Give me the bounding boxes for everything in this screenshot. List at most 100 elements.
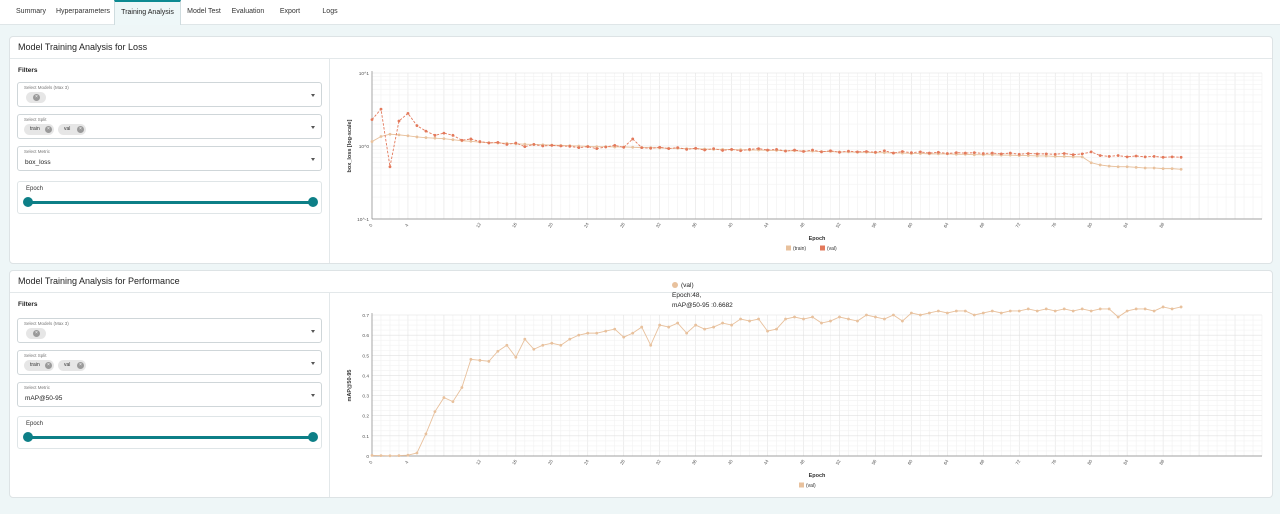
chip-remove-icon[interactable]: ×: [77, 362, 84, 369]
chevron-down-icon[interactable]: [311, 126, 315, 129]
epoch-slider-track[interactable]: [28, 436, 311, 439]
tab-export[interactable]: Export: [276, 0, 304, 25]
data-point-train: [1062, 155, 1066, 158]
tab-evaluation[interactable]: Evaluation: [228, 0, 268, 25]
epoch-slider-min-handle[interactable]: [23, 432, 33, 442]
x-tick-label: 80: [1086, 458, 1093, 465]
data-point-val: [1026, 307, 1030, 311]
epoch-slider-track[interactable]: [28, 201, 311, 204]
x-axis-label: Epoch: [809, 236, 826, 242]
x-tick-label: 12: [475, 458, 482, 465]
data-point-val: [954, 309, 958, 313]
data-point-val: [990, 151, 994, 155]
data-point-val: [892, 313, 895, 317]
data-point-val: [379, 454, 383, 457]
chevron-down-icon[interactable]: [311, 94, 315, 97]
data-point-val: [1152, 309, 1156, 313]
epoch-range-box: Epoch: [17, 181, 322, 214]
metric-select[interactable]: Select Metric box_loss: [17, 146, 322, 171]
chevron-down-icon[interactable]: [311, 362, 315, 365]
data-point-val: [1044, 307, 1048, 311]
data-point-train: [1089, 161, 1093, 165]
tab-hyperparameters[interactable]: Hyperparameters: [54, 0, 112, 25]
split-select[interactable]: Select Split train × val ×: [17, 350, 322, 375]
x-tick-label: 40: [727, 458, 734, 465]
data-point-val: [550, 341, 554, 345]
data-point-val: [631, 331, 635, 335]
data-point-val: [856, 150, 859, 154]
data-point-val: [1125, 309, 1129, 313]
chip-remove-icon[interactable]: ×: [33, 94, 40, 101]
data-point-val: [883, 317, 886, 321]
chip-label: val: [64, 126, 71, 132]
split-select-label: Select Split: [24, 117, 47, 122]
panel-header: Model Training Analysis for Performance: [10, 271, 1272, 293]
x-tick-label: 84: [1122, 221, 1129, 228]
x-tick-label: 68: [979, 221, 986, 228]
data-point-val: [838, 150, 841, 154]
chevron-down-icon[interactable]: [311, 330, 315, 333]
model-select[interactable]: Select Models (Max 3) ×: [17, 318, 322, 343]
data-point-val: [487, 141, 491, 145]
data-point-val: [406, 453, 410, 457]
data-point-val: [397, 119, 401, 123]
x-tick-label: 60: [907, 458, 914, 465]
data-point-val: [712, 325, 716, 329]
chevron-down-icon[interactable]: [311, 158, 315, 161]
data-point-val: [1098, 154, 1102, 157]
chip-remove-icon[interactable]: ×: [77, 126, 84, 133]
panel-title: Model Training Analysis for Performance: [18, 276, 180, 286]
data-point-val: [1161, 155, 1165, 159]
x-tick-label: 32: [655, 458, 662, 465]
data-point-val: [613, 143, 617, 147]
data-point-train: [1125, 165, 1129, 169]
data-point-val: [496, 141, 500, 144]
x-tick-label: 0: [368, 222, 374, 227]
split-select[interactable]: Select Split train × val ×: [17, 114, 322, 139]
data-point-val: [514, 355, 518, 359]
model-select[interactable]: Select Models (Max 3) ×: [17, 82, 322, 107]
data-point-val: [1170, 307, 1174, 311]
chevron-down-icon[interactable]: [311, 394, 315, 397]
data-point-val: [1116, 315, 1120, 319]
data-point-val: [397, 454, 401, 457]
tab-logs[interactable]: Logs: [316, 0, 344, 25]
epoch-slider-max-handle[interactable]: [308, 432, 318, 442]
x-tick-label: 28: [619, 458, 626, 465]
y-tick-label: 0.1: [362, 434, 369, 440]
data-point-val: [460, 138, 464, 142]
data-point-val: [1179, 305, 1183, 309]
data-point-val: [829, 319, 832, 323]
data-point-val: [963, 309, 967, 313]
data-point-val: [559, 144, 563, 148]
metric-select-value: box_loss: [25, 159, 51, 166]
data-point-train: [1161, 167, 1165, 171]
data-point-val: [613, 327, 617, 331]
data-point-val: [784, 149, 787, 153]
epoch-slider-min-handle[interactable]: [23, 197, 33, 207]
data-point-train: [1080, 155, 1084, 159]
data-point-val: [721, 149, 725, 152]
epoch-slider-max-handle[interactable]: [308, 197, 318, 207]
x-tick-label: 28: [619, 221, 626, 228]
data-point-val: [1125, 155, 1129, 159]
data-point-val: [721, 321, 725, 325]
tab-summary[interactable]: Summary: [10, 0, 52, 25]
chip-remove-icon[interactable]: ×: [33, 330, 40, 337]
data-point-val: [658, 323, 662, 327]
model-chip: ×: [26, 328, 46, 339]
tab-training-analysis[interactable]: Training Analysis: [114, 0, 181, 25]
x-tick-label: 48: [799, 458, 806, 465]
performance-analysis-panel: Model Training Analysis for Performance …: [9, 270, 1273, 498]
tooltip-epoch: Epoch:48,: [672, 292, 702, 299]
data-point-val: [424, 129, 428, 133]
data-point-val: [918, 313, 922, 317]
chip-remove-icon[interactable]: ×: [45, 362, 52, 369]
data-point-val: [748, 147, 751, 151]
data-point-train: [451, 138, 455, 142]
chip-remove-icon[interactable]: ×: [45, 126, 52, 133]
tab-model-test[interactable]: Model Test: [184, 0, 224, 25]
data-point-train: [1116, 165, 1120, 169]
metric-select[interactable]: Select Metric mAP@50-95: [17, 382, 322, 407]
split-chip-val: val ×: [58, 124, 86, 135]
